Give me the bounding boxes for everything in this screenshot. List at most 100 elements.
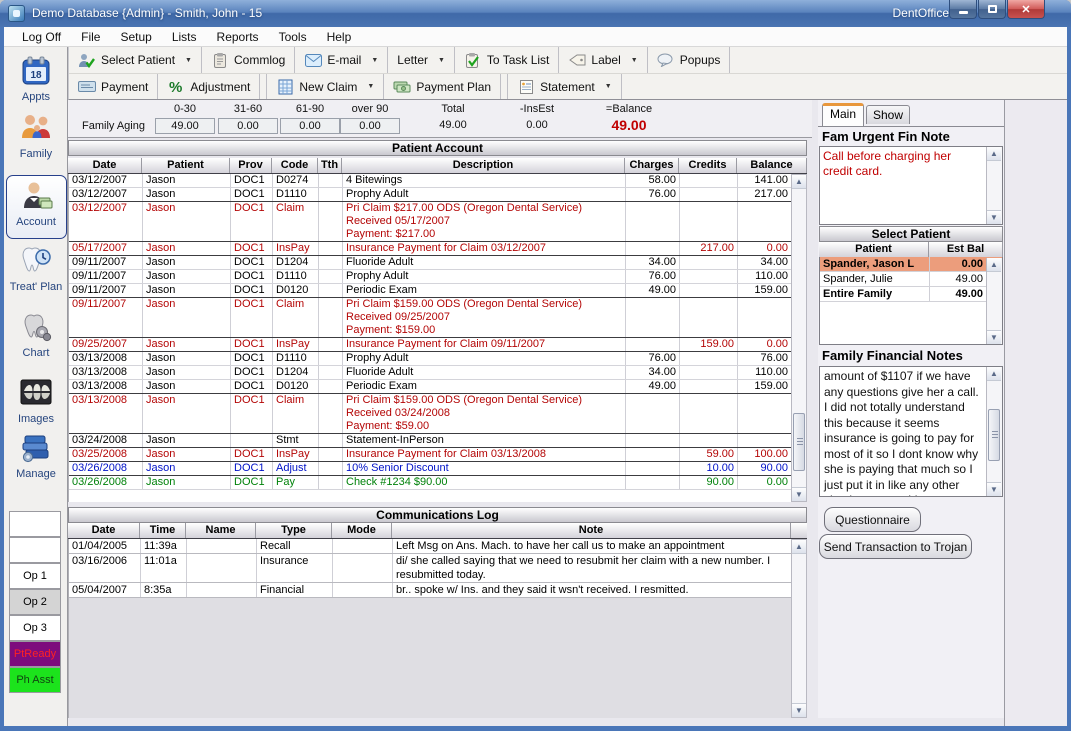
account-row[interactable]: 03/12/2007JasonDOC1ClaimPri Claim $217.0… [69, 202, 791, 242]
column-header-est-bal[interactable]: Est Bal [929, 242, 1003, 257]
tab-main[interactable]: Main [822, 103, 864, 126]
sidebar-item-chart[interactable]: Chart [4, 311, 68, 369]
column-header-note[interactable]: Note [392, 523, 791, 538]
scroll-up-icon[interactable]: ▲ [987, 258, 1001, 272]
column-header-code[interactable]: Code [272, 158, 318, 173]
send-transaction-trojan-button[interactable]: Send Transaction to Trojan [819, 534, 972, 559]
scroll-up-icon[interactable]: ▲ [987, 147, 1001, 161]
questionnaire-button[interactable]: Questionnaire [824, 507, 921, 532]
account-row[interactable]: 09/25/2007JasonDOC1InsPayInsurance Payme… [69, 338, 791, 352]
account-row[interactable]: 03/13/2008JasonDOC1D0120Periodic Exam49.… [69, 380, 791, 394]
chevron-down-icon[interactable]: ▼ [371, 57, 378, 64]
column-header-name[interactable]: Name [186, 523, 256, 538]
column-header-description[interactable]: Description [342, 158, 625, 173]
account-scrollbar-thumb[interactable] [793, 413, 805, 471]
account-row[interactable]: 09/11/2007JasonDOC1D1204Fluoride Adult34… [69, 256, 791, 270]
column-header-date[interactable]: Date [68, 158, 142, 173]
account-row[interactable]: 09/11/2007JasonDOC1D1110Prophy Adult76.0… [69, 270, 791, 284]
menu-item-lists[interactable]: Lists [162, 28, 207, 46]
select-patient-row[interactable]: Spander, Jason L0.00 [820, 257, 1002, 272]
op-button-op-2[interactable]: Op 2 [9, 589, 61, 615]
account-row[interactable]: 03/25/2008JasonDOC1InsPayInsurance Payme… [69, 448, 791, 462]
select-patient-row[interactable]: Spander, Julie49.00 [820, 272, 1002, 287]
notes-scrollbar-thumb[interactable] [988, 409, 1000, 461]
toolbar-button-commlog[interactable]: Commlog [202, 47, 295, 73]
column-header-mode[interactable]: Mode [332, 523, 392, 538]
account-row[interactable]: 03/13/2008JasonDOC1ClaimPri Claim $159.0… [69, 394, 791, 434]
account-row[interactable]: 03/24/2008JasonStmtStatement-InPerson [69, 434, 791, 448]
commlog-row[interactable]: 05/04/20078:35aFinancialbr.. spoke w/ In… [69, 583, 791, 598]
sidebar-item-family[interactable]: Family [4, 112, 68, 170]
column-header-tth[interactable]: Tth [318, 158, 342, 173]
tab-show[interactable]: Show [866, 105, 910, 124]
commlog-row[interactable]: 01/04/200511:39aRecallLeft Msg on Ans. M… [69, 539, 791, 554]
account-row[interactable]: 03/13/2008JasonDOC1D1110Prophy Adult76.0… [69, 352, 791, 366]
scroll-up-icon[interactable]: ▲ [792, 540, 806, 554]
op-button-blank[interactable] [9, 537, 61, 563]
toolbar-button-label[interactable]: Label▼ [559, 47, 647, 73]
chevron-down-icon[interactable]: ▼ [185, 57, 192, 64]
family-financial-notes-box[interactable]: amount of $1107 if we have any questions… [819, 366, 1003, 497]
column-header-date[interactable]: Date [68, 523, 140, 538]
column-header-patient[interactable]: Patient [142, 158, 230, 173]
close-button[interactable]: ✕ [1007, 0, 1045, 19]
op-button-ph-asst[interactable]: Ph Asst [9, 667, 61, 693]
account-row[interactable]: 03/26/2008JasonDOC1PayCheck #1234 $90.00… [69, 476, 791, 490]
chevron-down-icon[interactable]: ▼ [367, 83, 374, 90]
account-row[interactable]: 03/12/2007JasonDOC1D1110Prophy Adult76.0… [69, 188, 791, 202]
minimize-button[interactable] [949, 0, 977, 19]
toolbar-button-to-task-list[interactable]: To Task List [455, 47, 559, 73]
account-scrollbar[interactable]: ▲ ▼ [791, 174, 807, 502]
sidebar-item-images[interactable]: Images [4, 377, 68, 435]
sidebar-item-treat-plan[interactable]: Treat' Plan [4, 245, 68, 303]
column-header-patient[interactable]: Patient [819, 242, 929, 257]
account-row[interactable]: 09/11/2007JasonDOC1D0120Periodic Exam49.… [69, 284, 791, 298]
menu-item-help[interactable]: Help [317, 28, 362, 46]
account-row[interactable]: 03/26/2008JasonDOC1Adjust10% Senior Disc… [69, 462, 791, 476]
menu-item-tools[interactable]: Tools [269, 28, 317, 46]
scroll-down-icon[interactable]: ▼ [792, 703, 806, 717]
toolbar-button-new-claim[interactable]: New Claim▼ [266, 74, 384, 99]
toolbar-button-e-mail[interactable]: E-mail▼ [295, 47, 388, 73]
chevron-down-icon[interactable]: ▼ [605, 83, 612, 90]
scroll-down-icon[interactable]: ▼ [987, 482, 1001, 496]
op-button-op-1[interactable]: Op 1 [9, 563, 61, 589]
sidebar-item-appts[interactable]: 18Appts [4, 55, 68, 113]
account-row[interactable]: 05/17/2007JasonDOC1InsPayInsurance Payme… [69, 242, 791, 256]
menu-item-file[interactable]: File [71, 28, 110, 46]
maximize-button[interactable] [978, 0, 1006, 19]
account-row[interactable]: 03/13/2008JasonDOC1D1204Fluoride Adult34… [69, 366, 791, 380]
toolbar-button-select-patient[interactable]: Select Patient▼ [69, 47, 202, 73]
toolbar-button-payment[interactable]: Payment [69, 74, 158, 99]
toolbar-button-payment-plan[interactable]: Payment Plan [384, 74, 501, 99]
fam-urgent-note-box[interactable]: Call before charging her credit card. ▲ … [819, 146, 1003, 225]
column-header-time[interactable]: Time [140, 523, 186, 538]
op-button-blank[interactable] [9, 511, 61, 537]
account-row[interactable]: 09/11/2007JasonDOC1ClaimPri Claim $159.0… [69, 298, 791, 338]
toolbar-button-letter[interactable]: Letter▼ [388, 47, 455, 73]
scroll-up-icon[interactable]: ▲ [792, 175, 806, 189]
scroll-down-icon[interactable]: ▼ [987, 210, 1001, 224]
sidebar-item-manage[interactable]: Manage [4, 432, 68, 490]
commlog-scrollbar[interactable]: ▲ ▼ [791, 539, 807, 718]
op-button-ptready[interactable]: PtReady [9, 641, 61, 667]
column-header-credits[interactable]: Credits [679, 158, 737, 173]
menu-item-setup[interactable]: Setup [110, 28, 161, 46]
menu-item-log-off[interactable]: Log Off [12, 28, 71, 46]
column-header-balance[interactable]: Balance [737, 158, 807, 173]
scroll-down-icon[interactable]: ▼ [987, 330, 1001, 344]
commlog-row[interactable]: 03/16/200611:01aInsurancedi/ she called … [69, 554, 791, 583]
sidebar-item-account[interactable]: Account [4, 180, 68, 238]
select-patient-row[interactable]: Entire Family49.00 [820, 287, 1002, 302]
op-button-op-3[interactable]: Op 3 [9, 615, 61, 641]
menu-item-reports[interactable]: Reports [207, 28, 269, 46]
column-header-type[interactable]: Type [256, 523, 332, 538]
scroll-up-icon[interactable]: ▲ [987, 367, 1001, 381]
column-header-prov[interactable]: Prov [230, 158, 272, 173]
toolbar-button-adjustment[interactable]: %Adjustment [158, 74, 260, 99]
chevron-down-icon[interactable]: ▼ [631, 57, 638, 64]
toolbar-button-popups[interactable]: Popups [648, 47, 731, 73]
toolbar-button-statement[interactable]: Statement▼ [507, 74, 622, 99]
scroll-down-icon[interactable]: ▼ [792, 487, 806, 501]
column-header-charges[interactable]: Charges [625, 158, 679, 173]
